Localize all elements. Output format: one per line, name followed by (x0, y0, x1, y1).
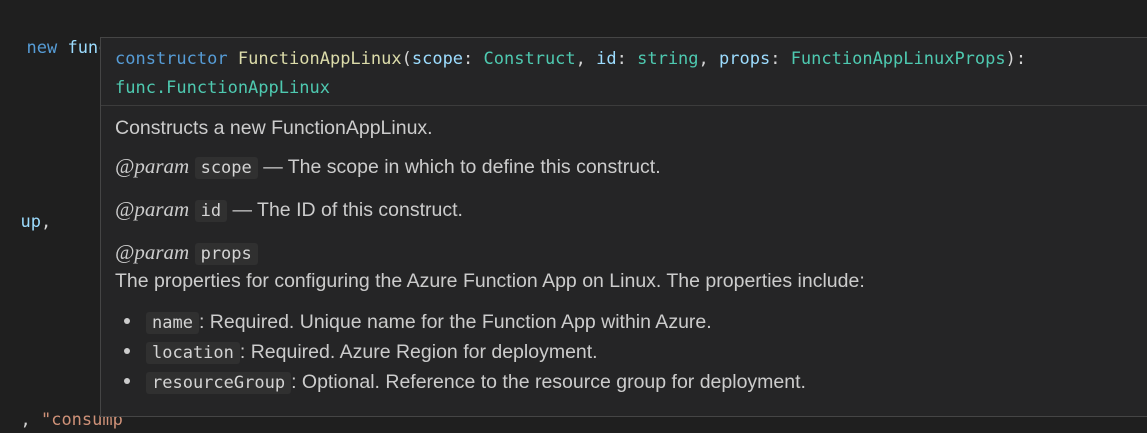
keyword-new: new (26, 38, 58, 58)
prop-desc: : Required. Azure Region for deployment. (239, 341, 598, 363)
bullet (124, 377, 130, 384)
prop-desc: : Required. Unique name for the Function… (198, 311, 712, 333)
doc-param-scope: @param scope — The scope in which to def… (115, 154, 661, 179)
signature-function-name: FunctionAppLinux (237, 49, 402, 69)
prop-name: name (146, 312, 199, 334)
code-line-1: new func.FunctionAppLinux( (6, 9, 292, 58)
bullet (124, 347, 130, 354)
signature-return-type: func.FunctionAppLinux (115, 78, 330, 98)
param-tag: @param (115, 154, 190, 178)
list-item: resourceGroup: Optional. Reference to th… (115, 371, 806, 394)
signature-line-1: constructor FunctionAppLinux(scope: Cons… (115, 45, 1147, 74)
doc-description: Constructs a new FunctionAppLinux. (115, 117, 433, 139)
signature-comma-2: , (698, 49, 720, 69)
signature-type-string: string (637, 49, 699, 69)
signature-type-props: FunctionAppLinuxProps (790, 49, 1006, 69)
comma: , (40, 212, 52, 232)
param-name: id (194, 200, 228, 222)
signature-colon-2: : (616, 49, 638, 69)
param-name: props (194, 243, 258, 265)
hover-signature: constructor FunctionAppLinux(scope: Cons… (101, 38, 1147, 106)
signature-line-2: func.FunctionAppLinux (115, 74, 1147, 103)
param-desc: — The scope in which to define this cons… (263, 156, 661, 178)
param-desc: — The ID of this construct. (232, 199, 463, 221)
param-tag: @param (115, 197, 190, 221)
signature-colon-1: : (463, 49, 484, 69)
signature-param-id: id (596, 49, 617, 69)
prop-name: resourceGroup (146, 372, 292, 394)
signature-colon-3: : (770, 49, 791, 69)
signature-param-scope: scope (411, 49, 464, 69)
signature-comma-1: , (575, 49, 597, 69)
signature-ctor-keyword: constructor (115, 49, 228, 69)
doc-props-intro: The properties for configuring the Azure… (115, 270, 865, 292)
signature-close: ): (1005, 49, 1027, 69)
identifier-fragment: up (20, 212, 41, 232)
code-line-2: up, (0, 183, 51, 232)
prop-name: location (146, 342, 240, 364)
bullet (124, 317, 130, 324)
signature-type-construct: Construct (483, 49, 576, 69)
param-tag: @param (115, 240, 190, 264)
doc-param-props: @param props (115, 240, 258, 265)
prop-desc: : Optional. Reference to the resource gr… (291, 371, 806, 393)
comma-prefix: , (20, 410, 41, 430)
list-item: name: Required. Unique name for the Func… (115, 311, 712, 334)
doc-param-id: @param id — The ID of this construct. (115, 197, 463, 222)
list-item: location: Required. Azure Region for dep… (115, 341, 598, 364)
signature-open-paren: ( (401, 49, 412, 69)
param-name: scope (194, 157, 258, 179)
hover-widget: constructor FunctionAppLinux(scope: Cons… (100, 37, 1147, 417)
signature-param-props: props (719, 49, 771, 69)
